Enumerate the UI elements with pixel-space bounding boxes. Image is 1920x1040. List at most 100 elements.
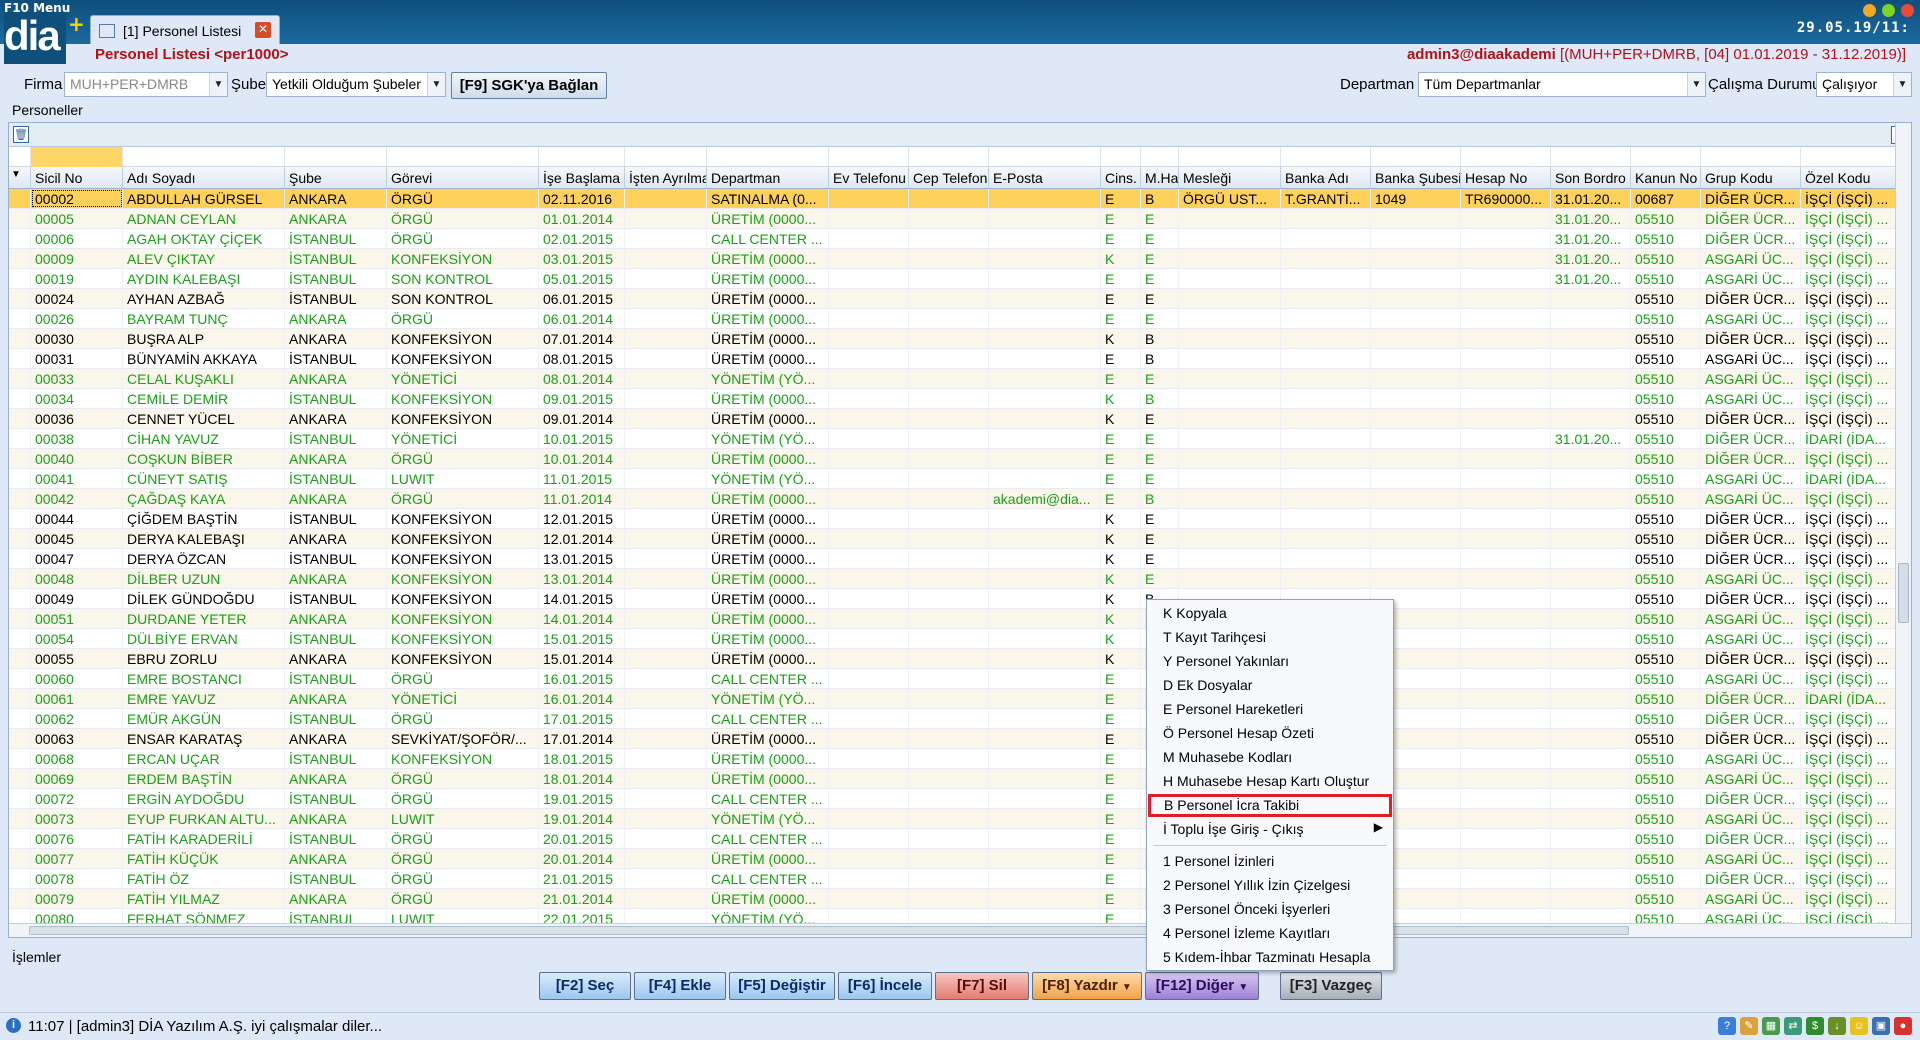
select-button[interactable]: [F2] Seç [539,972,631,1000]
table-row[interactable]: 00055 EBRU ZORLU ANKARA KONFEKSİYON 15.01.20… [9,649,1911,669]
chevron-down-icon[interactable]: ▼ [427,73,445,96]
chevron-down-icon[interactable]: ▼ [1893,73,1911,96]
column-header-hesap-no[interactable]: Hesap No [1461,167,1551,188]
filter-cell-gorevi[interactable] [387,147,539,167]
close-tab-icon[interactable]: ✕ [255,22,271,38]
table-row[interactable]: 00024 AYHAN AZBAĞ İSTANBUL SON KONTROL 06.01… [9,289,1911,309]
filter-cell-sicil-no[interactable] [31,147,123,167]
print-button[interactable]: [F8] Yazdır ▼ [1032,972,1142,1000]
column-header-ev-telefonu[interactable]: Ev Telefonu [829,167,909,188]
filter-cell-e-posta[interactable] [989,147,1101,167]
table-row[interactable]: 00019 AYDIN KALEBAŞI İSTANBUL SON KONTROL 05… [9,269,1911,289]
table-row[interactable]: 00045 DERYA KALEBAŞI ANKARA KONFEKSİYON 12.0… [9,529,1911,549]
table-row[interactable]: 00047 DERYA ÖZCAN İSTANBUL KONFEKSİYON 13.01… [9,549,1911,569]
close-window-icon[interactable] [1901,4,1914,17]
filter-cell-banka-adi[interactable] [1281,147,1371,167]
filter-cell-isten-ayrilma[interactable] [625,147,707,167]
table-row[interactable]: 00062 EMÜR AKGÜN İSTANBUL ÖRGÜ 17.01.2015 CAL… [9,709,1911,729]
filter-cell-banka-subesi[interactable] [1371,147,1461,167]
column-header-banka-subesi[interactable]: Banka Şubesi [1371,167,1461,188]
exchange-icon[interactable]: ⇄ [1784,1017,1802,1035]
column-header-sicil-no[interactable]: Sicil No [31,167,123,188]
menu-item-11[interactable]: 2 Personel Yıllık İzin Çizelgesi [1147,874,1393,897]
filter-cell-grup-kodu[interactable] [1701,147,1801,167]
scroll-thumb[interactable] [1898,563,1909,623]
table-row[interactable]: 00078 FATİH ÖZ İSTANBUL ÖRGÜ 21.01.2015 CALL … [9,869,1911,889]
menu-item-6[interactable]: M Muhasebe Kodları [1147,746,1393,769]
table-row[interactable]: 00034 CEMİLE DEMİR İSTANBUL KONFEKSİYON 09.0… [9,389,1911,409]
column-header-gorevi[interactable]: Görevi [387,167,539,188]
column-header-grup-kodu[interactable]: Grup Kodu [1701,167,1801,188]
menu-item-5[interactable]: Ö Personel Hesap Özeti [1147,722,1393,745]
filter-cell-medeni-hal[interactable] [1141,147,1179,167]
table-row[interactable]: 00063 ENSAR KARATAŞ ANKARA SEVKİYAT/ŞOFÖR/.… [9,729,1911,749]
filter-cell-kanun-no[interactable] [1631,147,1701,167]
chevron-down-icon[interactable]: ▼ [1687,73,1705,96]
table-row[interactable]: 00038 CİHAN YAVUZ İSTANBUL YÖNETİCİ 10.01.20… [9,429,1911,449]
vertical-scrollbar[interactable] [1895,123,1911,937]
chevron-down-icon[interactable]: ▼ [209,73,227,96]
trash-icon[interactable]: 🗑 [13,126,29,143]
filter-cell-ev-telefonu[interactable] [829,147,909,167]
download-icon[interactable]: ↓ [1828,1017,1846,1035]
table-row[interactable]: 00051 DURDANE YETER ANKARA KONFEKSİYON 14.01… [9,609,1911,629]
filter-cell-meslegi[interactable] [1179,147,1281,167]
column-chooser-icon[interactable]: ▼ [9,167,31,188]
column-header-departman[interactable]: Departman [707,167,829,188]
tools-icon[interactable]: ✎ [1740,1017,1758,1035]
menu-item-0[interactable]: K Kopyala [1147,602,1393,625]
filter-cell-ise-baslama[interactable] [539,147,625,167]
menu-item-8[interactable]: B Personel İcra Takibi [1148,794,1392,817]
table-row[interactable]: 00006 AGAH OKTAY ÇİÇEK İSTANBUL ÖRGÜ 02.01.2… [9,229,1911,249]
table-row[interactable]: 00041 CÜNEYT SATIŞ İSTANBUL LUWIT 11.01.2015… [9,469,1911,489]
smiley-icon[interactable]: ☺ [1850,1017,1868,1035]
menu-item-7[interactable]: H Muhasebe Hesap Kartı Oluştur [1147,770,1393,793]
filter-cell-sube[interactable] [285,147,387,167]
calisma-select[interactable]: Çalışıyor ▼ [1816,72,1912,97]
tab-personel-listesi[interactable]: [1] Personel Listesi ✕ [90,15,280,45]
table-row[interactable]: 00073 EYUP FURKAN ALTU... ANKARA LUWIT 19.01… [9,809,1911,829]
table-row[interactable]: 00061 EMRE YAVUZ ANKARA YÖNETİCİ 16.01.2014 Y… [9,689,1911,709]
menu-item-3[interactable]: D Ek Dosyalar [1147,674,1393,697]
grid-filter-row[interactable] [9,147,1911,167]
column-header-kanun-no[interactable]: Kanun No [1631,167,1701,188]
filter-cell-hesap-no[interactable] [1461,147,1551,167]
column-header-son-bordro[interactable]: Son Bordro [1551,167,1631,188]
table-row[interactable]: 00042 ÇAĞDAŞ KAYA ANKARA ÖRGÜ 11.01.2014 ÜRET… [9,489,1911,509]
column-header-ise-baslama[interactable]: İşe Başlama [539,167,625,188]
new-tab-plus-icon[interactable]: + [68,12,85,36]
money-icon[interactable]: $ [1806,1017,1824,1035]
filter-cell-adi-soyadi[interactable] [123,147,285,167]
table-row[interactable]: 00079 FATİH YILMAZ ANKARA ÖRGÜ 21.01.2014 ÜRE… [9,889,1911,909]
table-row[interactable]: 00005 ADNAN CEYLAN ANKARA ÖRGÜ 01.01.2014 ÜRE… [9,209,1911,229]
column-header-cins[interactable]: Cins. [1101,167,1141,188]
column-header-banka-adi[interactable]: Banka Adı [1281,167,1371,188]
menu-item-13[interactable]: 4 Personel İzleme Kayıtları [1147,922,1393,945]
dia-logo[interactable]: dia [4,12,66,64]
table-row[interactable]: 00036 CENNET YÜCEL ANKARA KONFEKSİYON 09.01.… [9,409,1911,429]
sube-select[interactable]: Yetkili Olduğum Şubeler ▼ [266,72,446,97]
add-button[interactable]: [F4] Ekle [634,972,726,1000]
column-header-adi-soyadi[interactable]: Adı Soyadı [123,167,285,188]
filter-cell-son-bordro[interactable] [1551,147,1631,167]
menu-item-9[interactable]: İ Toplu İşe Giriş - Çıkış ▶ [1147,818,1393,841]
table-row[interactable]: 00002 ABDULLAH GÜRSEL ANKARA ÖRGÜ 02.11.2016… [9,189,1911,209]
table-row[interactable]: 00033 CELAL KUŞAKLI ANKARA YÖNETİCİ 08.01.20… [9,369,1911,389]
horizontal-scrollbar[interactable] [9,923,1911,937]
inspect-button[interactable]: [F6] İncele [838,972,932,1000]
menu-item-14[interactable]: 5 Kıdem-İhbar Tazminatı Hesapla [1147,946,1393,969]
filter-cell-cep-telefonu[interactable] [909,147,989,167]
table-row[interactable]: 00068 ERCAN UÇAR İSTANBUL KONFEKSİYON 18.01.… [9,749,1911,769]
other-button[interactable]: [F12] Diğer ▼ [1145,972,1259,1000]
table-row[interactable]: 00077 FATİH KÜÇÜK ANKARA ÖRGÜ 20.01.2014 ÜRET… [9,849,1911,869]
table-row[interactable]: 00048 DİLBER UZUN ANKARA KONFEKSİYON 13.01.2… [9,569,1911,589]
power-icon[interactable]: ● [1894,1017,1912,1035]
menu-item-2[interactable]: Y Personel Yakınları [1147,650,1393,673]
edit-button[interactable]: [F5] Değiştir [729,972,835,1000]
table-row[interactable]: 00009 ALEV ÇIKTAY İSTANBUL KONFEKSİYON 03.01… [9,249,1911,269]
table-row[interactable]: 00072 ERGİN AYDOĞDU İSTANBUL ÖRGÜ 19.01.2015… [9,789,1911,809]
table-row[interactable]: 00040 COŞKUN BİBER ANKARA ÖRGÜ 10.01.2014 ÜRE… [9,449,1911,469]
maximize-icon[interactable] [1882,4,1895,17]
table-row[interactable]: 00044 ÇİĞDEM BAŞTİN İSTANBUL KONFEKSİYON 12.… [9,509,1911,529]
sgk-connect-button[interactable]: [F9] SGK'ya Bağlan [451,72,607,99]
